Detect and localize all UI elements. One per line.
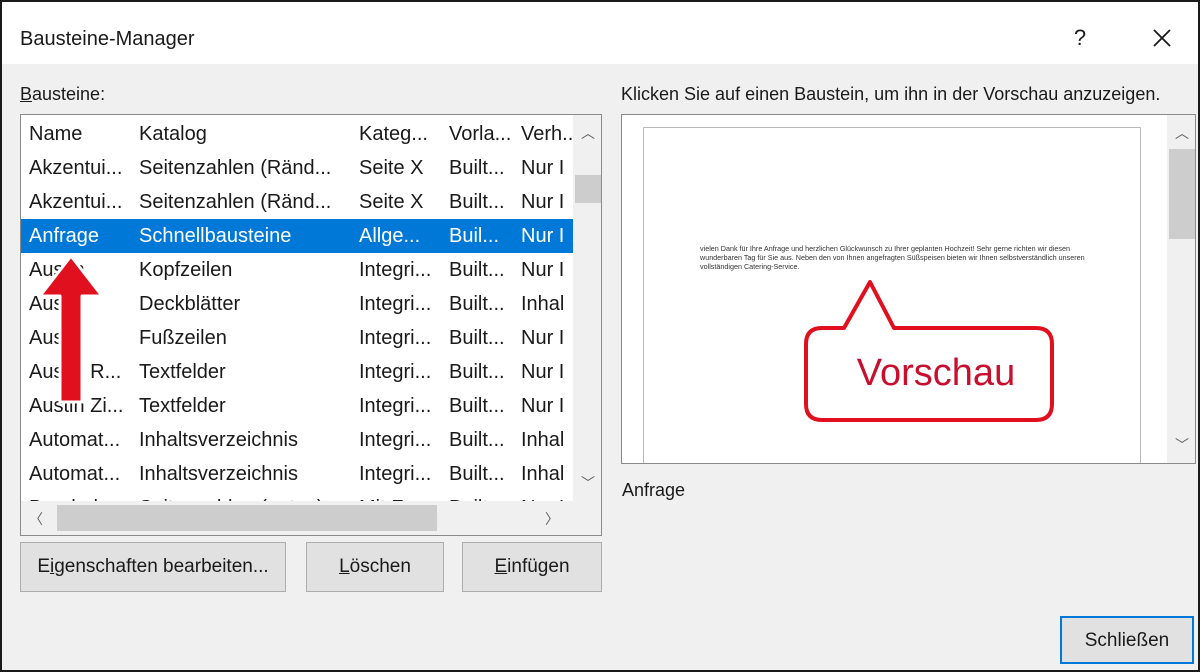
preview-scroll-down-icon[interactable]: ﹀ <box>1175 435 1189 455</box>
cell-category: Seite X <box>359 157 424 179</box>
cell-catalog: Seitenzahlen (Ränd... <box>139 157 332 179</box>
delete-button[interactable]: Löschen <box>306 542 444 592</box>
preview-page-text: vielen Dank für Ihre Anfrage und herzlic… <box>700 244 1085 271</box>
cell-catalog: Kopfzeilen <box>139 259 233 281</box>
cell-behavior: Nur I <box>521 225 565 247</box>
close-icon <box>1153 29 1171 47</box>
list-row[interactable]: Automat... Inhaltsverzeichnis Integri... Bu… <box>21 457 573 491</box>
preview-vertical-scrollbar[interactable]: ︿ ﹀ <box>1167 115 1195 463</box>
preview-hint: Klicken Sie auf einen Baustein, um ihn i… <box>621 84 1161 104</box>
cell-category: Allge... <box>359 225 421 247</box>
scroll-down-icon[interactable]: ﹀ <box>581 473 595 493</box>
cell-behavior: Nur I <box>521 361 565 383</box>
cell-name: Automat... <box>29 463 121 485</box>
cell-behavior: Nur I <box>521 327 565 349</box>
cell-catalog: Fußzeilen <box>139 327 227 349</box>
cell-template: Built... <box>449 157 505 179</box>
cell-name: Austin Zi... <box>29 395 124 417</box>
cell-category: Integri... <box>359 463 432 485</box>
column-header-name[interactable]: Name <box>29 117 137 151</box>
building-blocks-dialog: Bausteine-Manager ? Bausteine: Name Kata… <box>0 0 1200 672</box>
list-row[interactable]: Anfrage Schnellbausteine Allge... Buil... Nu… <box>21 219 573 253</box>
list-row[interactable]: Austin Deckblätter Integri... Built... Inhal <box>21 287 573 321</box>
scroll-right-icon[interactable]: 〉 <box>545 509 559 529</box>
close-button[interactable]: Schließen <box>1060 616 1194 664</box>
list-row[interactable]: Automat... Inhaltsverzeichnis Integri... Bu… <box>21 423 573 457</box>
cell-category: Integri... <box>359 361 432 383</box>
list-row[interactable]: Austin Kopfzeilen Integri... Built... Nur I <box>21 253 573 287</box>
column-header-category[interactable]: Kateg... <box>359 117 451 151</box>
preview-page: vielen Dank für Ihre Anfrage und herzlic… <box>643 127 1141 463</box>
list-vertical-scroll-thumb[interactable] <box>575 175 601 203</box>
insert-button[interactable]: Einfügen <box>462 542 602 592</box>
scroll-corner <box>573 501 601 535</box>
cell-name: Austin <box>29 259 85 281</box>
cell-name: Akzentui... <box>29 157 123 179</box>
cell-template: Buil... <box>449 225 500 247</box>
cell-name: Austin <box>29 293 85 315</box>
list-vertical-scrollbar[interactable]: ︿ ﹀ <box>573 115 601 501</box>
cell-behavior: Nur I <box>521 191 565 213</box>
list-header: Name Katalog Kateg... Vorla... Verh... <box>21 117 573 151</box>
column-header-behavior[interactable]: Verh... <box>521 117 573 151</box>
list-horizontal-scrollbar[interactable]: 〈 〉 <box>21 501 573 535</box>
scroll-left-icon[interactable]: 〈 <box>29 509 43 529</box>
cell-name: Austin <box>29 327 85 349</box>
preview-scroll-up-icon[interactable]: ︿ <box>1175 123 1189 143</box>
list-row[interactable]: Akzentui... Seitenzahlen (Ränd... Seite X B… <box>21 151 573 185</box>
cell-name: Akzentui... <box>29 191 123 213</box>
cell-behavior: Nur I <box>521 395 565 417</box>
column-header-template[interactable]: Vorla... <box>449 117 521 151</box>
cell-template: Built... <box>449 395 505 417</box>
building-blocks-label: Bausteine: <box>20 84 106 104</box>
cell-behavior: Inhal <box>521 429 565 451</box>
cell-template: Built... <box>449 259 505 281</box>
cell-template: Built... <box>449 463 505 485</box>
cell-behavior: Nur I <box>521 259 565 281</box>
cell-catalog: Inhaltsverzeichnis <box>139 429 298 451</box>
cell-catalog: Seitenzahlen (Ränd... <box>139 191 332 213</box>
cell-category: Integri... <box>359 429 432 451</box>
cell-name: Anfrage <box>29 225 100 247</box>
cell-category: Integri... <box>359 293 432 315</box>
cell-catalog: Textfelder <box>139 361 226 383</box>
cell-template: Built... <box>449 191 505 213</box>
cell-template: Built... <box>449 327 505 349</box>
preview-pane: vielen Dank für Ihre Anfrage und herzlic… <box>621 114 1196 464</box>
list-row[interactable]: Austin Fußzeilen Integri... Built... Nur I <box>21 321 573 355</box>
list-row[interactable]: Austin R... Textfelder Integri... Built... N… <box>21 355 573 389</box>
cell-category: Seite X <box>359 191 424 213</box>
cell-catalog: Deckblätter <box>139 293 241 315</box>
column-header-catalog[interactable]: Katalog <box>139 117 359 151</box>
cell-behavior: Inhal <box>521 293 565 315</box>
list-row[interactable]: Akzentui... Seitenzahlen (Ränd... Seite X B… <box>21 185 573 219</box>
cell-template: Built... <box>449 361 505 383</box>
preview-scroll-thumb[interactable] <box>1169 149 1195 239</box>
list-horizontal-scroll-thumb[interactable] <box>57 505 437 531</box>
cell-behavior: Inhal <box>521 463 565 485</box>
cell-category: Integri... <box>359 259 432 281</box>
cell-category: Integri... <box>359 327 432 349</box>
cell-name: Automat... <box>29 429 121 451</box>
cell-template: Built... <box>449 293 505 315</box>
close-window-button[interactable] <box>1132 18 1192 58</box>
dialog-title: Bausteine-Manager <box>20 28 195 50</box>
cell-catalog: Schnellbausteine <box>139 225 292 247</box>
cell-category: Integri... <box>359 395 432 417</box>
cell-template: Built... <box>449 429 505 451</box>
building-blocks-list[interactable]: Name Katalog Kateg... Vorla... Verh... A… <box>20 114 602 536</box>
scroll-up-icon[interactable]: ︿ <box>581 123 595 143</box>
edit-properties-button[interactable]: Eigenschaften bearbeiten... <box>20 542 286 592</box>
cell-behavior: Nur I <box>521 157 565 179</box>
cell-name: Austin R... <box>29 361 122 383</box>
cell-catalog: Inhaltsverzeichnis <box>139 463 298 485</box>
help-button[interactable]: ? <box>1050 18 1110 58</box>
list-row[interactable]: Austin Zi... Textfelder Integri... Built...… <box>21 389 573 423</box>
title-bar: Bausteine-Manager ? <box>2 2 1198 64</box>
preview-block-name: Anfrage <box>622 480 686 500</box>
cell-catalog: Textfelder <box>139 395 226 417</box>
